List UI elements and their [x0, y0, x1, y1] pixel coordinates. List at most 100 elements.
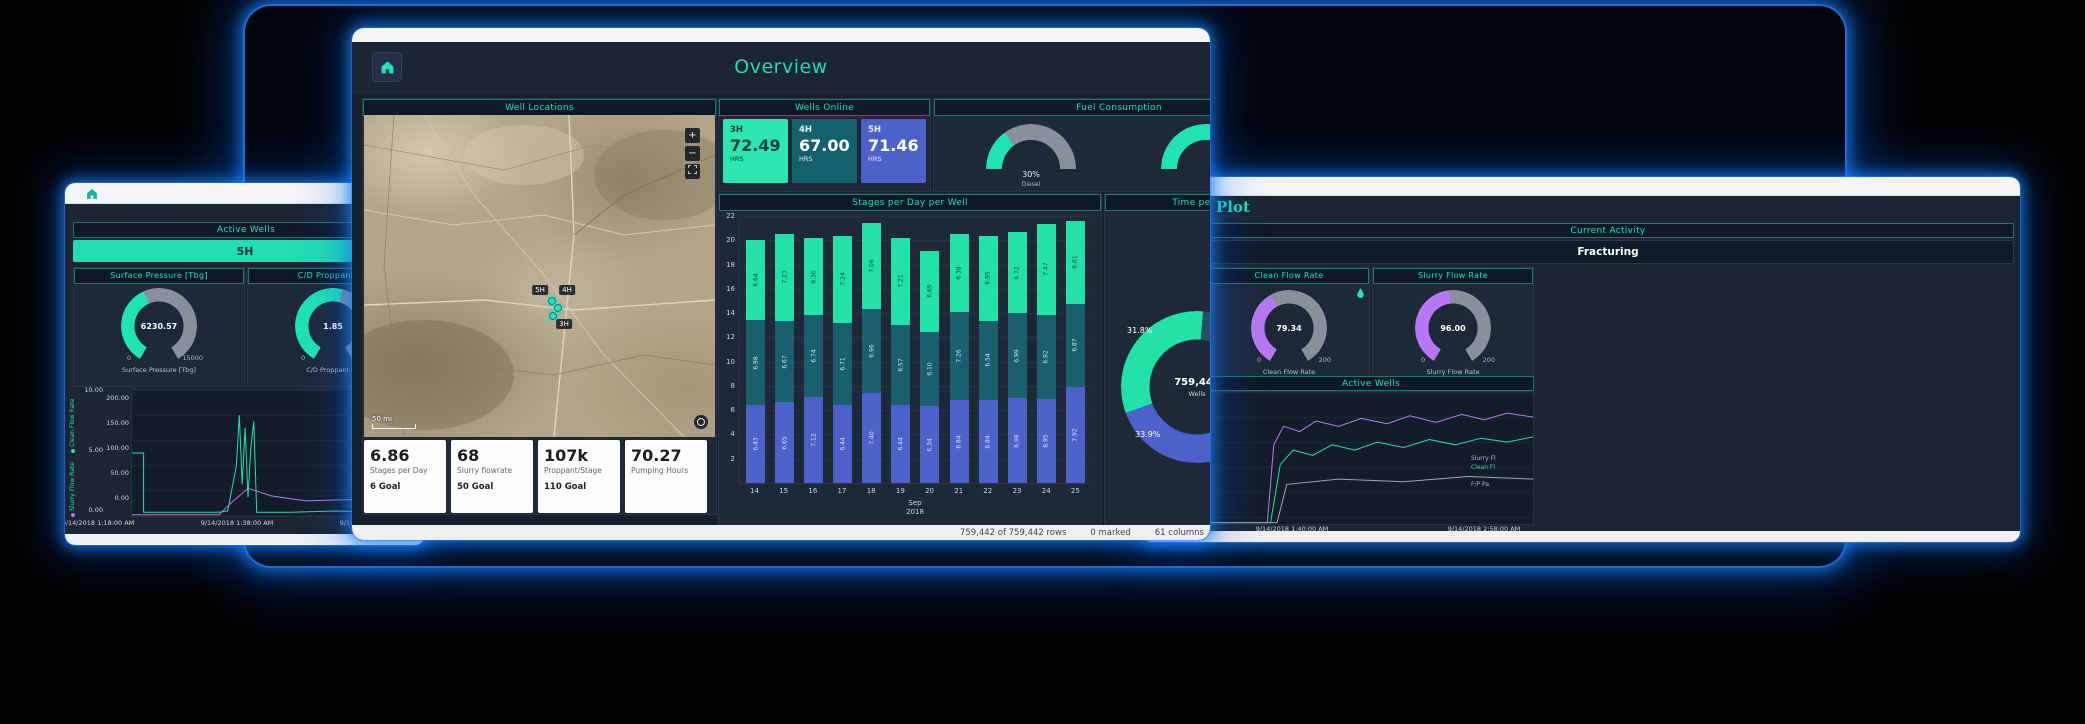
overview-titlebar[interactable] — [352, 28, 1210, 43]
bar-segment-5H[interactable]: 6.44 — [833, 404, 853, 483]
bar-segment-3H[interactable]: 6.95 — [978, 236, 998, 321]
well-name: 5H — [868, 125, 882, 135]
x-axis-title: 2018 — [906, 508, 924, 516]
bar-segment-4H[interactable]: 6.92 — [1036, 314, 1056, 399]
overview-header: Overview — [352, 42, 1210, 94]
bar-segment-3H[interactable]: 6.72 — [1007, 231, 1027, 314]
bar-segment-5H[interactable]: 6.65 — [775, 402, 795, 483]
bar-segment-5H[interactable]: 6.84 — [949, 400, 969, 483]
well-name: 3H — [730, 125, 744, 135]
bar-value-label: 7.92 — [1071, 428, 1079, 442]
bar-segment-3H[interactable]: 6.30 — [804, 238, 824, 315]
panel-title: Wells Online — [794, 102, 855, 113]
bar-segment-3H[interactable]: 6.69 — [920, 250, 940, 333]
bar-14[interactable]: 6.43 6.98 6.64 — [746, 239, 765, 483]
kpi-label: Slurry flowrate — [457, 466, 513, 475]
bar-segment-3H[interactable]: 6.38 — [949, 234, 969, 312]
kpi-pumping-hours[interactable]: 70.27 Pumping Hours — [625, 440, 707, 513]
kpi-value: 70.27 — [631, 446, 682, 465]
kpi-proppant-stage[interactable]: 107k Proppant/Stage 110 Goal — [538, 440, 620, 513]
bar-value-label: 6.67 — [781, 355, 789, 369]
bar-23[interactable]: 6.98 6.99 6.72 — [1007, 231, 1027, 483]
bar-segment-4H[interactable]: 6.96 — [862, 308, 882, 394]
bar-19[interactable]: 6.44 6.57 7.21 — [891, 237, 911, 483]
bar-25[interactable]: 7.92 6.87 6.81 — [1065, 220, 1085, 483]
locate-button[interactable] — [694, 415, 708, 429]
well-online-card-5h[interactable]: 5H 71.46 HRS — [861, 119, 926, 183]
slurry-flow-panel: Slurry Flow Rate 96.00 0 200 Slurry Flow… — [1372, 267, 1534, 384]
bar-segment-3H[interactable]: 7.24 — [833, 235, 853, 324]
bar-segment-5H[interactable]: 6.43 — [746, 404, 765, 483]
fullscreen-button[interactable] — [685, 164, 700, 179]
kpi-stages-per-day[interactable]: 6.86 Stages per Day 6 Goal — [364, 440, 446, 513]
stacked-bar-chart[interactable]: 6.43 6.98 6.64 6.65 6.67 7.23 7.12 6.74 6.30 6.44… — [739, 216, 1091, 484]
map[interactable]: + − 5H 4H 3H 50 mi — [364, 115, 715, 437]
bar-segment-4H[interactable]: 6.54 — [978, 320, 998, 400]
bar-segment-4H[interactable]: 7.26 — [949, 311, 969, 400]
right-window-titlebar[interactable] — [1142, 177, 2020, 196]
bar-segment-5H[interactable]: 7.92 — [1065, 386, 1085, 483]
well-label-5h[interactable]: 5H — [532, 285, 548, 295]
bar-segment-5H[interactable]: 7.12 — [804, 396, 824, 483]
bar-segment-3H[interactable]: 7.08 — [862, 222, 882, 309]
bar-20[interactable]: 6.34 6.10 6.69 — [920, 250, 940, 483]
bar-segment-3H[interactable]: 7.21 — [891, 237, 911, 326]
bar-21[interactable]: 6.84 7.26 6.38 — [949, 234, 969, 483]
bar-segment-4H[interactable]: 6.74 — [804, 314, 824, 397]
x-tick: 23 — [1012, 487, 1022, 495]
bar-24[interactable]: 6.95 6.92 7.47 — [1036, 224, 1056, 483]
bar-segment-4H[interactable]: 6.10 — [920, 332, 940, 407]
gauge-arc — [986, 124, 1076, 169]
x-tick: 19 — [895, 487, 905, 495]
well-marker-dot[interactable] — [554, 304, 562, 312]
bar-segment-4H[interactable]: 6.71 — [833, 323, 853, 405]
zoom-out-button[interactable]: − — [685, 146, 700, 161]
bar-segment-3H[interactable]: 6.64 — [746, 239, 765, 321]
y-tick: 16 — [726, 284, 735, 293]
bar-18[interactable]: 7.40 6.96 7.08 — [862, 222, 882, 483]
right-active-wells-plot[interactable]: Slurry Fl Clean Fl F/P Pa — [1208, 391, 1534, 525]
bar-segment-5H[interactable]: 6.84 — [978, 400, 998, 483]
bar-segment-4H[interactable]: 6.87 — [1065, 303, 1085, 387]
legend-slurry: Slurry Fl — [1471, 455, 1496, 462]
kpi-slurry-flowrate[interactable]: 68 Slurry flowrate 50 Goal — [451, 440, 533, 513]
well-online-card-4h[interactable]: 4H 67.00 HRS — [792, 119, 857, 183]
bar-value-label: 6.64 — [752, 273, 759, 287]
bar-segment-5H[interactable]: 6.98 — [1007, 398, 1027, 483]
bar-segment-3H[interactable]: 6.81 — [1065, 220, 1085, 304]
well-label-3h[interactable]: 3H — [556, 319, 572, 329]
bar-segment-3H[interactable]: 7.47 — [1036, 224, 1056, 315]
bar-segment-4H[interactable]: 6.99 — [1007, 313, 1027, 399]
bars-y-axis: 2 4 6 8 10 12 14 16 18 20 22 — [719, 212, 737, 484]
bar-segment-5H[interactable]: 6.34 — [920, 406, 940, 483]
bar-15[interactable]: 6.65 6.67 7.23 — [775, 233, 795, 483]
bar-value-label: 6.84 — [984, 434, 992, 449]
y-tick: 0.00 — [88, 506, 103, 514]
bar-segment-5H[interactable]: 7.40 — [862, 393, 882, 483]
stages-panel: Stages per Day per Well 2 4 6 8 10 12 14 16 18 20… — [718, 193, 1102, 525]
panel-title: Fuel Consumption — [1076, 102, 1162, 113]
zoom-in-button[interactable]: + — [685, 128, 700, 143]
bar-value-label: 6.38 — [955, 266, 963, 280]
bar-value-label: 6.98 — [752, 355, 759, 370]
well-label-4h[interactable]: 4H — [559, 285, 575, 295]
bar-segment-3H[interactable]: 7.23 — [775, 233, 795, 322]
bar-segment-5H[interactable]: 6.44 — [891, 404, 911, 483]
bar-segment-4H[interactable]: 6.67 — [775, 321, 795, 403]
locate-icon — [697, 418, 705, 426]
bar-16[interactable]: 7.12 6.74 6.30 — [804, 238, 824, 483]
droplet-icon[interactable] — [1355, 284, 1366, 303]
y-tick: 10 — [726, 357, 735, 366]
clean-flow-panel: Clean Flow Rate 79.34 0 200 Clean Flow R… — [1208, 267, 1370, 384]
y-tick: 200.00 — [106, 394, 129, 402]
bar-22[interactable]: 6.84 6.54 6.95 — [978, 236, 998, 483]
right-active-wells-header: Active Wells — [1208, 376, 1534, 391]
bar-segment-5H[interactable]: 6.95 — [1036, 398, 1056, 483]
well-unit: HRS — [799, 155, 813, 163]
bar-segment-4H[interactable]: 6.57 — [891, 325, 911, 405]
well-online-card-3h[interactable]: 3H 72.49 HRS — [723, 119, 788, 183]
home-icon[interactable] — [85, 186, 99, 205]
bar-segment-4H[interactable]: 6.98 — [746, 320, 765, 405]
well-hours: 71.46 — [868, 136, 919, 155]
bar-17[interactable]: 6.44 6.71 7.24 — [833, 235, 853, 483]
